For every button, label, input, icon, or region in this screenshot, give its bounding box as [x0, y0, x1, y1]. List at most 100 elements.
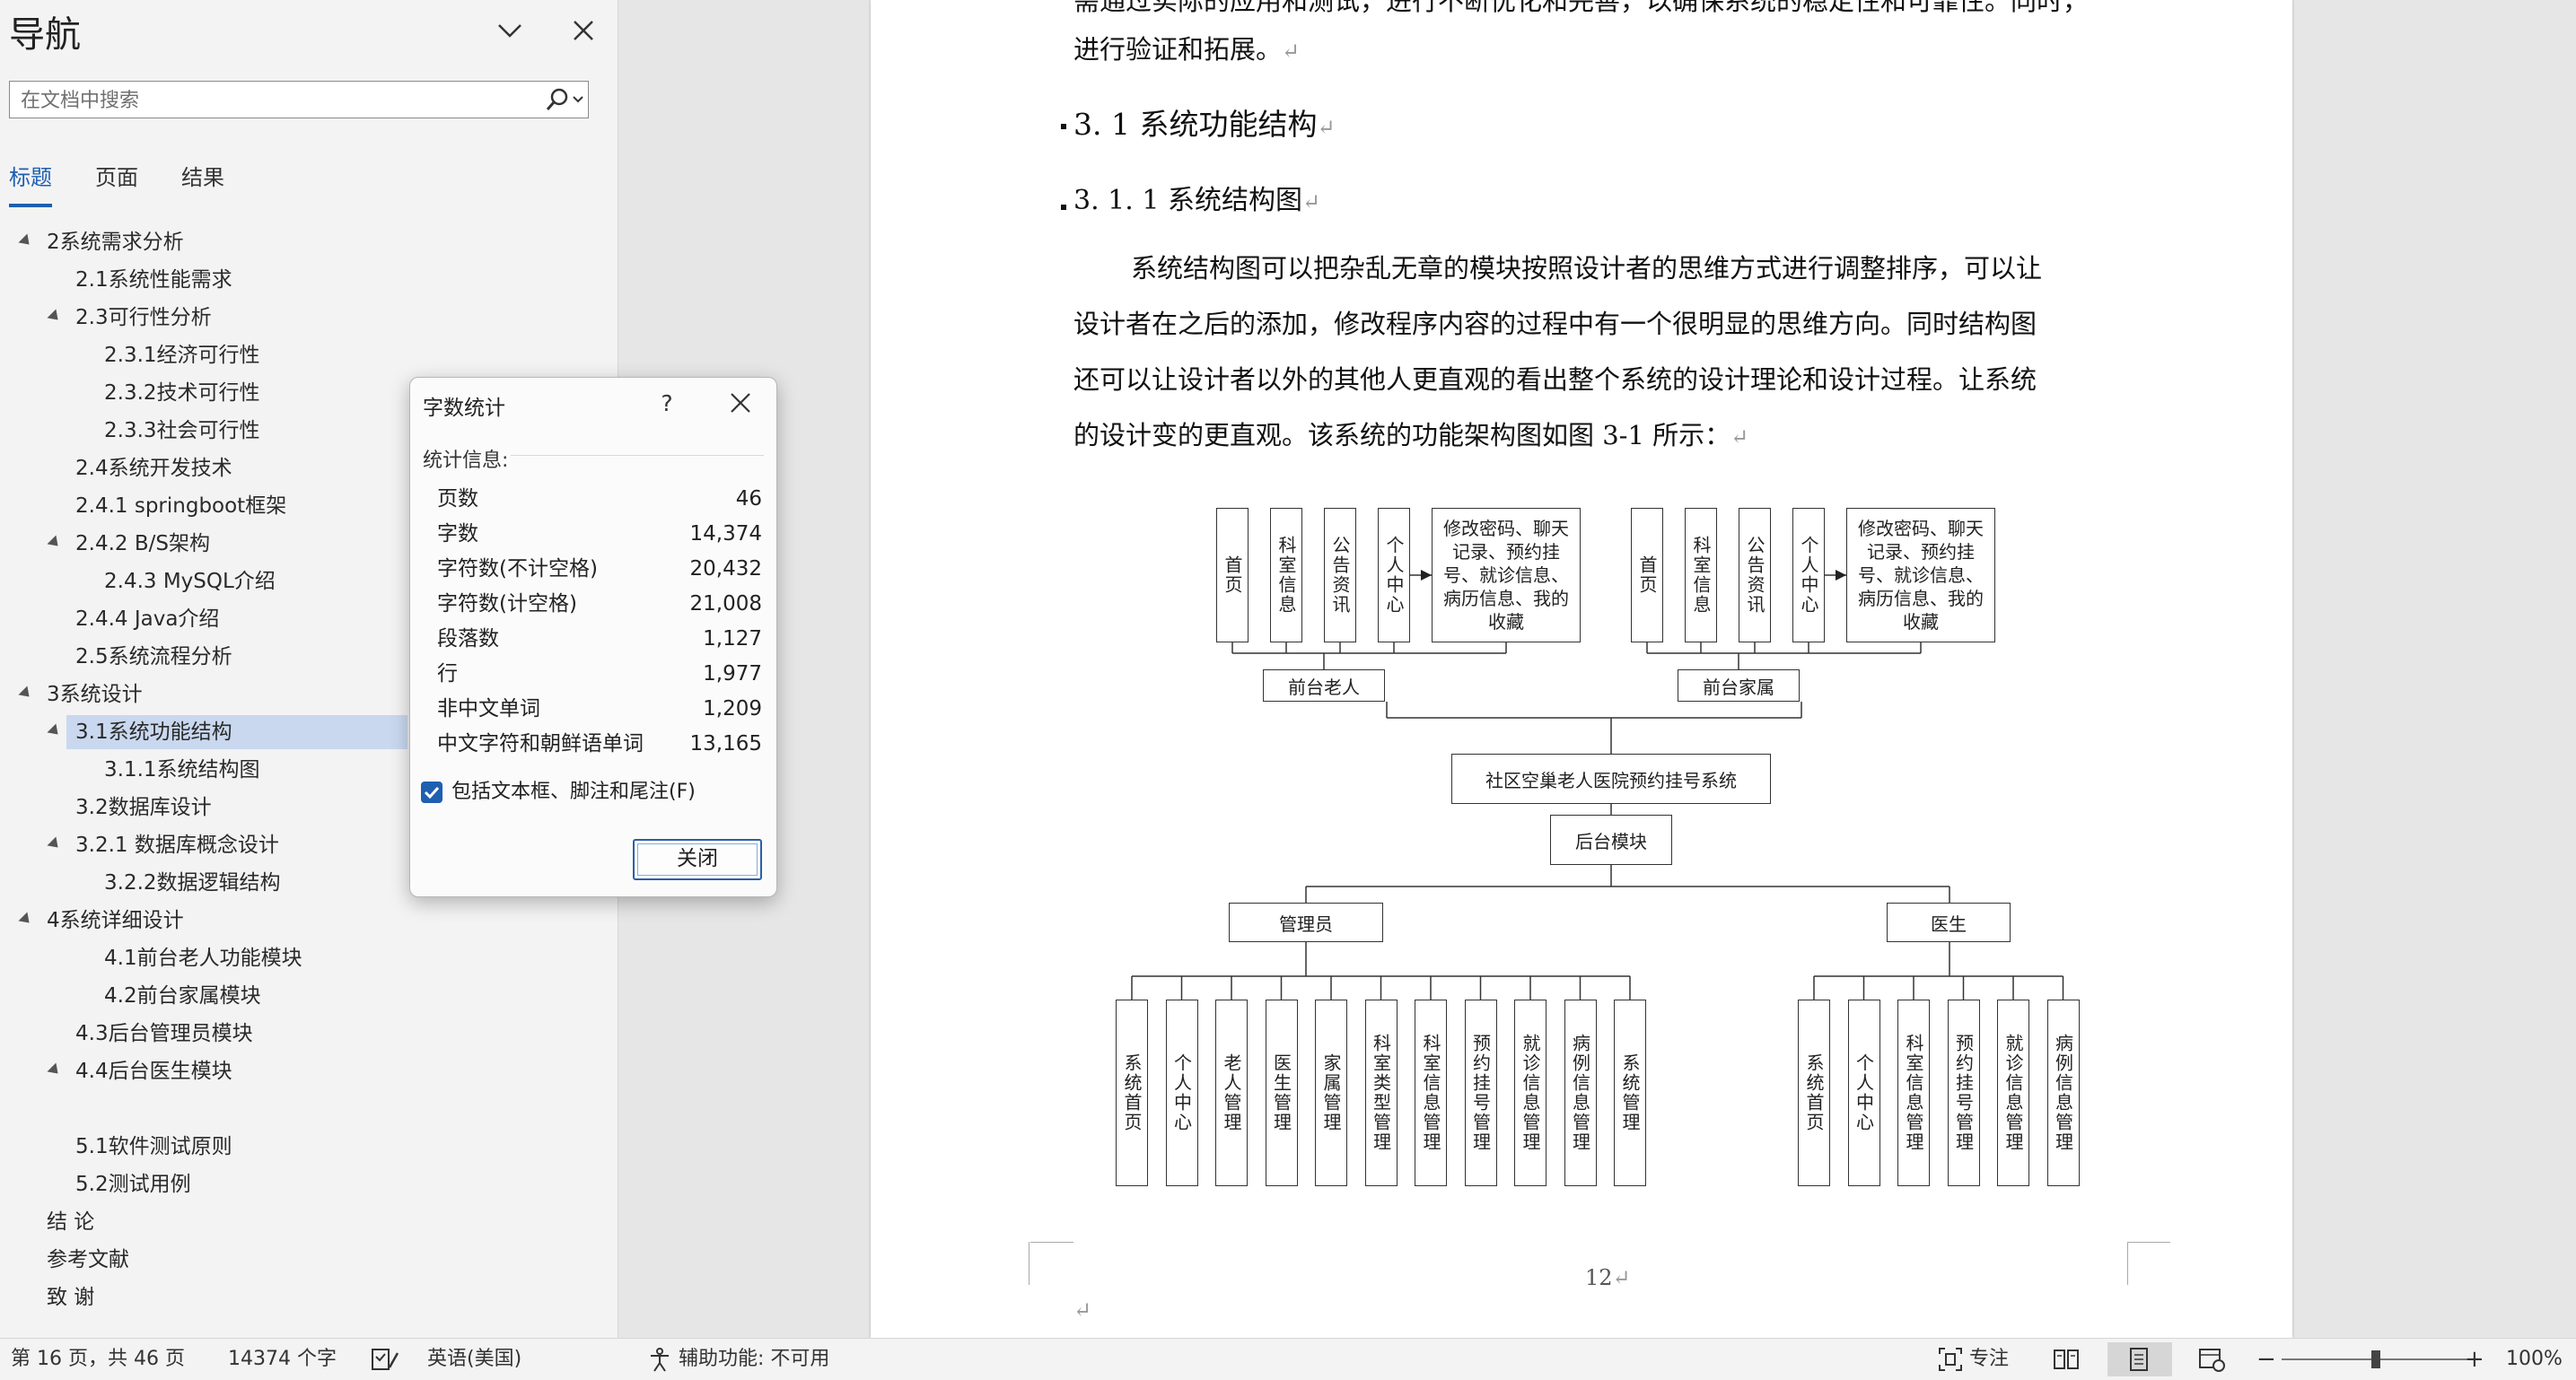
- nav-heading-label: 5.2测试用例: [75, 1173, 191, 1196]
- body-text-line: 的设计变的更直观。该系统的功能架构图如图 3-1 所示：↵: [1073, 415, 1748, 452]
- nav-heading-item[interactable]: 参考文献: [0, 1242, 618, 1278]
- body-text-line: 需通过实际的应用和测试，进行不断优化和完善，以确保系统的稳定性和可靠性。同时，: [1073, 0, 2089, 18]
- zoom-slider[interactable]: [2282, 1348, 2472, 1375]
- nav-heading-label: 4.1前台老人功能模块: [104, 947, 302, 970]
- nav-heading-label: 2.3.1经济可行性: [104, 344, 260, 367]
- heading-3-1-1: 3. 1. 1 系统结构图↵: [1073, 178, 1320, 217]
- nav-heading-item[interactable]: 4.3后台管理员模块: [0, 1016, 618, 1052]
- expand-caret-icon[interactable]: [47, 836, 63, 852]
- nav-heading-item[interactable]: 致 谢: [0, 1280, 618, 1315]
- nav-heading-label: 2.1系统性能需求: [75, 268, 232, 292]
- web-layout-icon[interactable]: [2197, 1346, 2226, 1373]
- focus-mode-label[interactable]: 专注: [1969, 1339, 2009, 1380]
- zoom-in-icon[interactable]: +: [2465, 1339, 2484, 1380]
- nav-title: 导航: [9, 14, 81, 56]
- close-button[interactable]: 关闭: [633, 839, 762, 880]
- nav-heading-label: 2.3可行性分析: [75, 306, 212, 329]
- tab-results[interactable]: 结果: [181, 160, 224, 204]
- proofing-icon[interactable]: [370, 1346, 400, 1373]
- doctor-module-box: 科室信息管理: [1897, 1000, 1930, 1186]
- expand-caret-icon[interactable]: [47, 1062, 63, 1079]
- word-count-indicator[interactable]: 14374 个字: [228, 1339, 337, 1380]
- nav-close-icon[interactable]: [565, 13, 601, 48]
- nav-heading-label: 4.3后台管理员模块: [75, 1022, 253, 1045]
- nav-heading-item[interactable]: 2.3.1经济可行性: [0, 337, 618, 373]
- language-indicator[interactable]: 英语(美国): [427, 1339, 521, 1380]
- page-number: 12↵: [1585, 1265, 1631, 1290]
- module-box-family: 个人中心: [1792, 508, 1825, 642]
- stat-row: 行 1,977: [437, 657, 762, 691]
- admin-module-box: 老人管理: [1215, 1000, 1248, 1186]
- expand-caret-icon[interactable]: [18, 912, 34, 928]
- accessibility-status[interactable]: 辅助功能: 不可用: [679, 1339, 829, 1380]
- stat-row: 段落数 1,127: [437, 622, 762, 656]
- focus-mode-icon[interactable]: [1937, 1346, 1964, 1373]
- admin-module-box: 家属管理: [1315, 1000, 1347, 1186]
- nav-heading-item[interactable]: 5.2测试用例: [0, 1166, 618, 1202]
- expand-caret-icon[interactable]: [18, 233, 34, 249]
- expand-caret-icon[interactable]: [47, 723, 63, 739]
- nav-options-chevron-down-icon[interactable]: [492, 13, 528, 48]
- include-checkbox[interactable]: [421, 782, 442, 803]
- page-indicator[interactable]: 第 16 页，共 46 页: [11, 1339, 185, 1380]
- stat-name: 段落数: [437, 627, 499, 651]
- system-box: 社区空巢老人医院预约挂号系统: [1451, 754, 1771, 804]
- search-input[interactable]: [19, 85, 525, 116]
- body-text-line: 系统结构图可以把杂乱无章的模块按照设计者的思维方式进行调整排序，可以让: [1131, 253, 2043, 284]
- stat-name: 行: [437, 662, 458, 686]
- search-field[interactable]: [9, 81, 589, 118]
- stat-name: 非中文单词: [437, 697, 540, 721]
- nav-heading-item[interactable]: 4.1前台老人功能模块: [0, 940, 618, 976]
- nav-heading-item[interactable]: 2.3可行性分析: [0, 300, 618, 336]
- nav-heading-label: 3.1.1系统结构图: [104, 758, 260, 782]
- include-checkbox-label[interactable]: 包括文本框、脚注和尾注(F): [451, 776, 696, 808]
- nav-heading-item[interactable]: 2.1系统性能需求: [0, 262, 618, 298]
- dialog-close-icon[interactable]: [715, 383, 766, 424]
- zoom-level[interactable]: 100%: [2506, 1339, 2563, 1380]
- doctor-module-box: 系统首页: [1798, 1000, 1830, 1186]
- paragraph-mark: ↵: [1301, 189, 1321, 214]
- doctor-module-box: 个人中心: [1847, 1000, 1880, 1186]
- stat-row: 字符数(不计空格) 20,432: [437, 552, 762, 586]
- nav-heading-label: 5.1软件测试原则: [75, 1135, 232, 1158]
- word-count-dialog: 字数统计 ? 统计信息: 页数 46 字数 14,374 字符数(不计空格) 20,432…: [409, 377, 777, 897]
- nav-heading-label: 结 论: [47, 1210, 95, 1234]
- paragraph-mark: ↵: [1612, 1265, 1631, 1290]
- nav-heading-item[interactable]: [0, 1091, 618, 1127]
- stat-value: 1,127: [703, 627, 762, 651]
- stat-value: 13,165: [689, 732, 762, 756]
- read-mode-icon[interactable]: [2052, 1346, 2081, 1373]
- nav-heading-item[interactable]: 4系统详细设计: [0, 903, 618, 939]
- expand-caret-icon[interactable]: [18, 686, 34, 702]
- expand-caret-icon[interactable]: [47, 309, 63, 325]
- role-box-family: 前台家属: [1678, 669, 1800, 702]
- tab-headings[interactable]: 标题: [9, 160, 52, 207]
- admin-box: 管理员: [1229, 903, 1383, 942]
- print-layout-icon[interactable]: [2125, 1346, 2152, 1373]
- nav-heading-item[interactable]: 4.2前台家属模块: [0, 978, 618, 1014]
- zoom-out-icon[interactable]: −: [2256, 1339, 2276, 1380]
- nav-heading-item[interactable]: 2系统需求分析: [0, 224, 618, 260]
- admin-module-box: 医生管理: [1265, 1000, 1298, 1186]
- nav-heading-item[interactable]: 5.1软件测试原则: [0, 1129, 618, 1165]
- arrow-head: [1421, 570, 1432, 581]
- doctor-module-box: 就诊信息管理: [1997, 1000, 2029, 1186]
- paragraph-mark: ↵: [1317, 115, 1336, 140]
- expand-caret-icon[interactable]: [47, 535, 63, 551]
- nav-heading-label: 致 谢: [47, 1286, 95, 1309]
- arrow-head: [1836, 570, 1846, 581]
- nav-heading-item[interactable]: 4.4后台医生模块: [0, 1053, 618, 1089]
- accessibility-icon[interactable]: [646, 1346, 673, 1373]
- stat-row: 字数 14,374: [437, 517, 762, 551]
- body-text: 进行验证和拓展。: [1073, 34, 1283, 65]
- help-icon[interactable]: ?: [645, 383, 688, 424]
- module-box-family: 科室信息: [1685, 508, 1717, 642]
- tab-pages[interactable]: 页面: [95, 160, 138, 204]
- admin-module-box: 就诊信息管理: [1514, 1000, 1546, 1186]
- stat-value: 21,008: [689, 592, 762, 616]
- doctor-box: 医生: [1887, 903, 2011, 942]
- heading-text: 3. 1. 1 系统结构图: [1073, 185, 1302, 216]
- search-icon[interactable]: [541, 85, 586, 114]
- nav-heading-item[interactable]: 结 论: [0, 1204, 618, 1240]
- admin-module-box: 系统首页: [1116, 1000, 1148, 1186]
